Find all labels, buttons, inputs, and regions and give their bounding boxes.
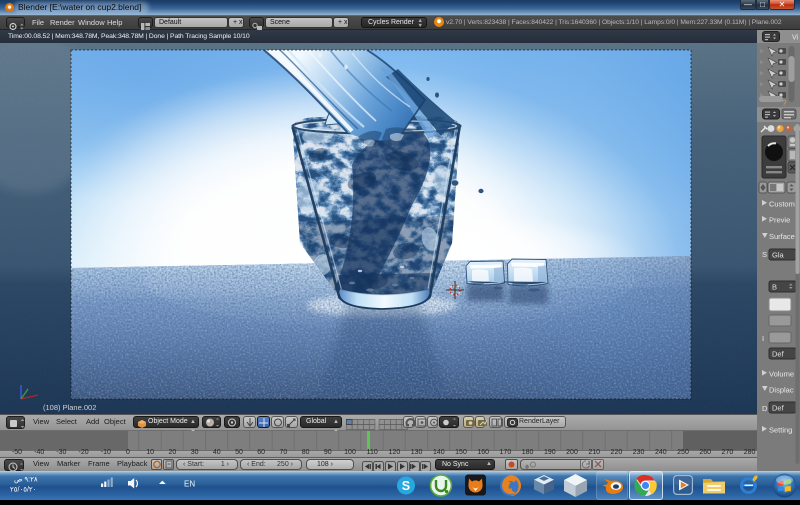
svg-text:Previe: Previe [769,216,790,225]
svg-text:Custom: Custom [769,200,795,209]
svg-text:?: ? [782,99,787,108]
svg-text:٩:٢٨ ص: ٩:٢٨ ص [14,477,38,484]
svg-text:B: B [772,283,777,292]
svg-text:Displac: Displac [769,386,794,395]
svg-text:Surface: Surface [769,232,795,241]
svg-text:Setting: Setting [769,426,792,435]
svg-text:S: S [762,250,767,259]
svg-text:S: S [402,479,410,493]
svg-text:٢٥/٠٥/٢٠: ٢٥/٠٥/٢٠ [10,487,36,494]
svg-text:D: D [762,404,768,413]
svg-text:Vi: Vi [792,35,799,42]
svg-text:EN: EN [184,480,195,489]
svg-text:Def: Def [772,350,785,359]
svg-text:I: I [762,334,764,343]
svg-text:Def: Def [772,404,785,413]
svg-text:(108) Plane.002: (108) Plane.002 [43,403,96,412]
svg-text:Volume: Volume [769,370,794,379]
svg-text:Gla: Gla [772,251,785,260]
